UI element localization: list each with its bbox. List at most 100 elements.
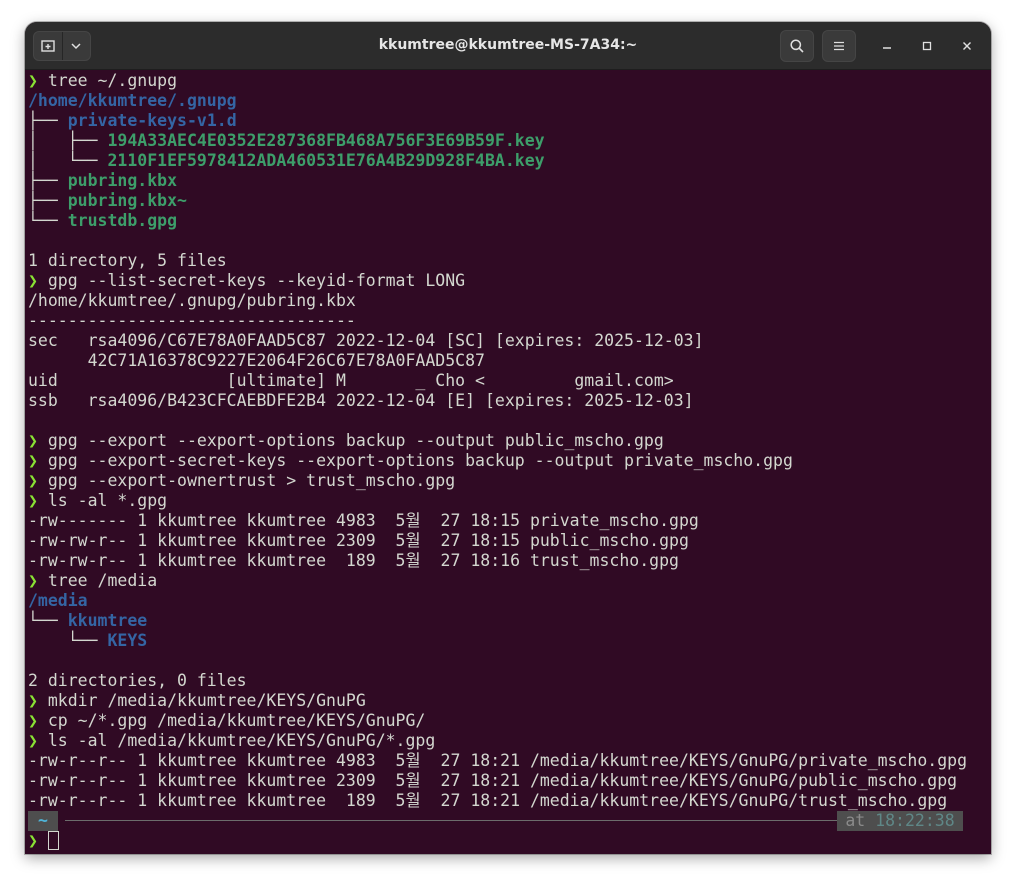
tree-branch: └── [28, 211, 68, 230]
time-prefix: at [845, 811, 866, 830]
tree-branch: ├── [28, 111, 68, 130]
maximize-icon [922, 41, 932, 51]
search-button[interactable] [780, 30, 814, 62]
output-line: -rw-rw-r-- 1 kkumtree kkumtree 2309 5월 2… [28, 531, 689, 551]
output-line: -rw-r--r-- 1 kkumtree kkumtree 189 5월 27… [28, 791, 947, 811]
output-line: uid [ultimate] M _ Cho < gmail.com> [28, 371, 674, 391]
terminal-area[interactable]: ❯ tree ~/.gnupg/home/kkumtree/.gnupg ├── … [25, 70, 991, 854]
command-text: gpg --list-secret-keys --keyid-format LO… [47, 271, 466, 290]
prompt-symbol: ❯ [28, 491, 38, 510]
tree-branch: │ ├── [28, 131, 108, 150]
new-tab-split-button [33, 31, 91, 61]
tree-branch: └── [28, 631, 108, 650]
input-prompt-line[interactable]: ❯ [28, 831, 59, 851]
command-line: ❯ gpg --export-ownertrust > trust_mscho.… [28, 471, 455, 491]
cwd-segment: ~ [28, 811, 58, 831]
file-line: │ └── 2110F1EF5978412ADA460531E76A4B29D9… [28, 151, 545, 171]
command-line: ❯ tree /media [28, 571, 157, 591]
terminal-window: kkumtree@kkumtree-MS-7A34:~ ❯ tree ~/.gn… [25, 22, 991, 854]
output-line: sec rsa4096/C67E78A0FAAD5C87 2022-12-04 … [28, 331, 704, 351]
tree-branch: ├── [28, 191, 68, 210]
output-text: -rw-r--r-- 1 kkumtree kkumtree 189 5월 27… [28, 791, 948, 810]
directory-line: ├── private-keys-v1.d [28, 111, 237, 131]
file-line: ├── pubring.kbx [28, 171, 177, 191]
file-name: pubring.kbx~ [67, 191, 187, 210]
prompt-symbol: ❯ [28, 731, 38, 750]
output-text: -rw------- 1 kkumtree kkumtree 4983 5월 2… [28, 511, 699, 530]
directory-name: KEYS [107, 631, 148, 650]
command-text: gpg --export-ownertrust > trust_mscho.gp… [47, 471, 456, 490]
prompt-status-bar: ~ at 18:22:38 [25, 811, 991, 831]
file-name: 2110F1EF5978412ADA460531E76A4B29D928F4BA… [107, 151, 545, 170]
directory-line: /home/kkumtree/.gnupg [28, 91, 237, 111]
file-line: │ ├── 194A33AEC4E0352E287368FB468A756F3E… [28, 131, 545, 151]
text-cursor [47, 831, 59, 850]
command-line: ❯ gpg --export-secret-keys --export-opti… [28, 451, 793, 471]
hamburger-menu-icon [834, 41, 844, 51]
output-line: --------------------------------- [28, 311, 356, 331]
file-name: 194A33AEC4E0352E287368FB468A756F3E69B59F… [107, 131, 545, 150]
directory-line: └── KEYS [28, 631, 148, 651]
tree-branch: │ └── [28, 151, 108, 170]
directory-name: /home/kkumtree/.gnupg [28, 91, 237, 110]
output-text: 2 directories, 0 files [28, 671, 247, 690]
new-tab-icon [41, 40, 55, 52]
output-text: ssb rsa4096/B423CFCAEBDFE2B4 2022-12-04 … [28, 391, 694, 410]
output-text: -rw-r--r-- 1 kkumtree kkumtree 4983 5월 2… [28, 751, 968, 770]
output-text: -rw-rw-r-- 1 kkumtree kkumtree 2309 5월 2… [28, 531, 689, 550]
command-text: cp ~/*.gpg /media/kkumtree/KEYS/GnuPG/ [47, 711, 426, 730]
prompt-symbol: ❯ [28, 271, 38, 290]
output-line: 2 directories, 0 files [28, 671, 247, 691]
output-text: 1 directory, 5 files [28, 251, 227, 270]
command-text: ls -al *.gpg [47, 491, 168, 510]
command-line: ❯ ls -al *.gpg [28, 491, 167, 511]
close-button[interactable] [955, 34, 979, 58]
command-line: ❯ tree ~/.gnupg [28, 71, 177, 91]
command-line: ❯ cp ~/*.gpg /media/kkumtree/KEYS/GnuPG/ [28, 711, 425, 731]
command-text: ls -al /media/kkumtree/KEYS/GnuPG/*.gpg [47, 731, 436, 750]
directory-line: /media [28, 591, 88, 611]
title-bar: kkumtree@kkumtree-MS-7A34:~ [25, 22, 991, 70]
command-line: ❯ gpg --export --export-options backup -… [28, 431, 664, 451]
output-text: sec rsa4096/C67E78A0FAAD5C87 2022-12-04 … [28, 331, 704, 350]
directory-name: kkumtree [67, 611, 148, 630]
tree-branch: ├── [28, 171, 68, 190]
prompt-symbol: ❯ [28, 71, 38, 90]
prompt-symbol: ❯ [28, 571, 38, 590]
command-line: ❯ mkdir /media/kkumtree/KEYS/GnuPG [28, 691, 366, 711]
output-text: uid [ultimate] M _ Cho < gmail.com> [28, 371, 674, 390]
command-text: gpg --export-secret-keys --export-option… [47, 451, 793, 470]
output-text: -rw-rw-r-- 1 kkumtree kkumtree 189 5월 27… [28, 551, 679, 570]
tab-menu-dropdown-button[interactable] [63, 32, 91, 60]
directory-name: /media [28, 591, 88, 610]
directory-line: └── kkumtree [28, 611, 147, 631]
minimize-button[interactable] [875, 34, 899, 58]
output-line: 1 directory, 5 files [28, 251, 227, 271]
file-name: pubring.kbx [67, 171, 178, 190]
command-text: tree ~/.gnupg [47, 71, 178, 90]
minimize-icon [883, 47, 891, 49]
directory-name: private-keys-v1.d [67, 111, 237, 130]
time-value: 18:22:38 [875, 811, 955, 830]
time-segment: at 18:22:38 [837, 811, 963, 831]
chevron-down-icon [71, 43, 81, 50]
output-line: -rw------- 1 kkumtree kkumtree 4983 5월 2… [28, 511, 699, 531]
output-line: -rw-r--r-- 1 kkumtree kkumtree 4983 5월 2… [28, 751, 967, 771]
output-line: /home/kkumtree/.gnupg/pubring.kbx [28, 291, 356, 311]
output-text: --------------------------------- [28, 311, 356, 330]
output-line: 42C71A16378C9227E2064F26C67E78A0FAAD5C87 [28, 351, 485, 371]
output-line: -rw-r--r-- 1 kkumtree kkumtree 2309 5월 2… [28, 771, 957, 791]
command-text: tree /media [47, 571, 158, 590]
prompt-symbol: ❯ [28, 471, 38, 490]
output-line: ssb rsa4096/B423CFCAEBDFE2B4 2022-12-04 … [28, 391, 694, 411]
close-icon [963, 42, 971, 50]
maximize-button[interactable] [915, 34, 939, 58]
new-tab-button[interactable] [34, 32, 63, 60]
hamburger-menu-button[interactable] [822, 30, 856, 62]
prompt-symbol: ❯ [28, 691, 38, 710]
prompt-symbol: ❯ [28, 451, 38, 470]
command-line: ❯ gpg --list-secret-keys --keyid-format … [28, 271, 465, 291]
status-divider [65, 820, 861, 821]
search-icon [790, 39, 804, 53]
prompt-symbol: ❯ [28, 711, 38, 730]
